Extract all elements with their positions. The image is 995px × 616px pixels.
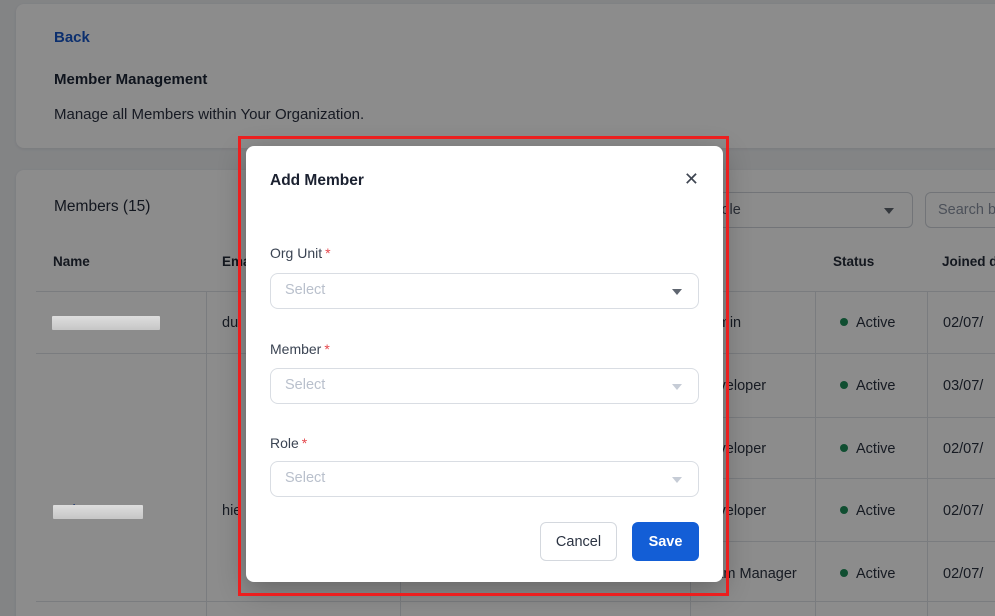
org-unit-select[interactable]: Select — [270, 273, 699, 309]
org-unit-label: Org Unit* — [270, 245, 331, 261]
required-asterisk: * — [324, 341, 329, 357]
select-placeholder: Select — [285, 377, 325, 393]
select-placeholder: Select — [285, 470, 325, 486]
required-asterisk: * — [325, 245, 330, 261]
add-member-modal: Add Member ✕ Org Unit* Select Member* Se… — [246, 146, 723, 582]
chevron-down-icon — [672, 477, 682, 483]
cancel-button[interactable]: Cancel — [540, 522, 617, 561]
save-button[interactable]: Save — [632, 522, 699, 561]
close-icon[interactable]: ✕ — [684, 170, 699, 188]
role-label: Role* — [270, 435, 307, 451]
chevron-down-icon — [672, 289, 682, 295]
select-placeholder: Select — [285, 282, 325, 298]
modal-title: Add Member — [270, 172, 364, 190]
chevron-down-icon — [672, 384, 682, 390]
role-select[interactable]: Select — [270, 461, 699, 497]
member-management-page: Back Member Management Manage all Member… — [0, 0, 995, 616]
required-asterisk: * — [302, 435, 307, 451]
member-label: Member* — [270, 341, 330, 357]
name-redaction-sticker — [52, 316, 160, 330]
name-redaction-sticker — [53, 505, 143, 519]
member-select[interactable]: Select — [270, 368, 699, 404]
